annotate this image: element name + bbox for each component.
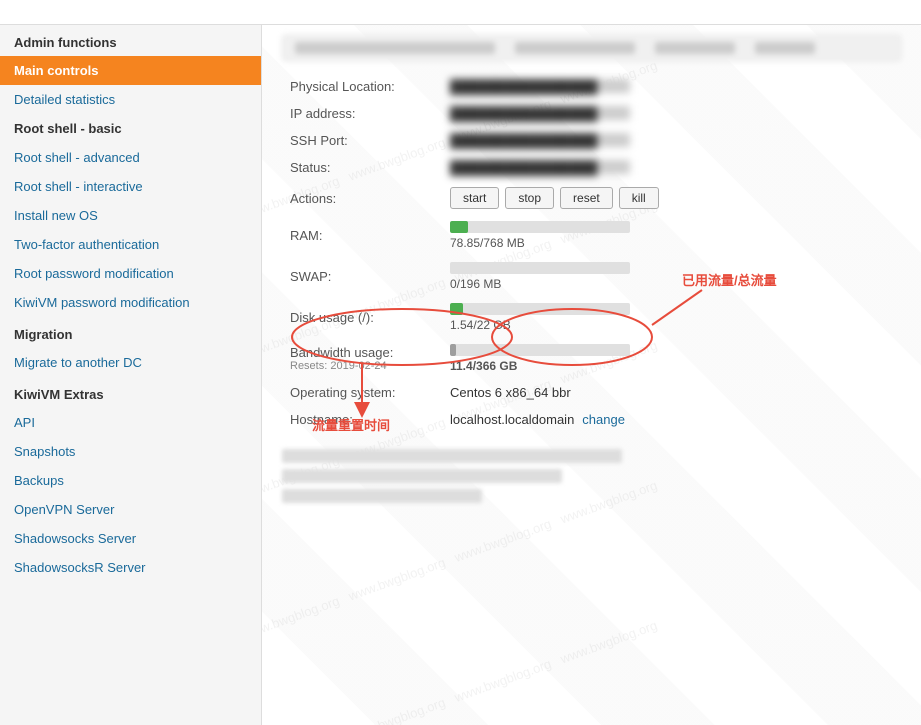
field-label-9: Operating system: — [282, 379, 442, 406]
blurred-info-3 — [655, 42, 735, 54]
field-value-10: localhost.localdomain change — [442, 406, 901, 433]
info-row-7: Disk usage (/): 1.54/22 GB — [282, 297, 901, 338]
field-value-8: 11.4/366 GB — [442, 338, 901, 379]
field-label-1: IP address: — [282, 100, 442, 127]
stop-button[interactable]: stop — [505, 187, 554, 209]
info-row-3: Status: ████████████████ — [282, 154, 901, 181]
field-label-5: RAM: — [282, 215, 442, 256]
blurred-info-4 — [755, 42, 815, 54]
progress-bg-7 — [450, 303, 630, 315]
sidebar: Admin functionsMain controlsDetailed sta… — [0, 25, 262, 725]
layout: Admin functionsMain controlsDetailed sta… — [0, 25, 921, 725]
info-row-0: Physical Location: ████████████████ — [282, 73, 901, 100]
hostname-value: localhost.localdomain — [450, 412, 574, 427]
progress-bg-5 — [450, 221, 630, 233]
sidebar-item-main-controls[interactable]: Main controls — [0, 56, 261, 85]
start-button[interactable]: start — [450, 187, 499, 209]
progress-label-5: 78.85/768 MB — [450, 236, 893, 250]
sidebar-item-install-new-os[interactable]: Install new OS — [0, 201, 261, 230]
main-content: www.bwgblog.org www.bwgblog.org www.bwgb… — [262, 25, 921, 725]
blurred-value-2: ████████████████ — [450, 133, 630, 147]
info-row-9: Operating system:Centos 6 x86_64 bbr — [282, 379, 901, 406]
sidebar-item-kiwivm-password-modification[interactable]: KiwiVM password modification — [0, 288, 261, 317]
field-label-6: SWAP: — [282, 256, 442, 297]
progress-container-7: 1.54/22 GB — [450, 303, 893, 332]
kill-button[interactable]: kill — [619, 187, 659, 209]
progress-container-8: 11.4/366 GB — [450, 344, 893, 373]
top-info-bar — [282, 35, 901, 61]
field-value-0: ████████████████ — [442, 73, 901, 100]
sidebar-item-detailed-statistics[interactable]: Detailed statistics — [0, 85, 261, 114]
progress-fill-7 — [450, 303, 463, 315]
info-row-10: Hostname: localhost.localdomain change — [282, 406, 901, 433]
action-buttons-container: start stop reset kill — [450, 187, 893, 209]
blurred-info-2 — [515, 42, 635, 54]
content-area: Physical Location:████████████████IP add… — [282, 35, 901, 503]
field-value-1: ████████████████ — [442, 100, 901, 127]
field-label-8: Bandwidth usage:Resets: 2019-02-24 — [282, 338, 442, 379]
progress-label-7: 1.54/22 GB — [450, 318, 893, 332]
progress-container-5: 78.85/768 MB — [450, 221, 893, 250]
info-row-4: Actions: start stop reset kill — [282, 181, 901, 215]
sidebar-item-backups[interactable]: Backups — [0, 466, 261, 495]
info-row-1: IP address: ████████████████ — [282, 100, 901, 127]
field-value-3: ████████████████ — [442, 154, 901, 181]
blurred-row-2 — [282, 469, 562, 483]
blurred-value-3: ████████████████ — [450, 160, 630, 174]
sidebar-item-root-shell---interactive[interactable]: Root shell - interactive — [0, 172, 261, 201]
blurred-row-3 — [282, 489, 482, 503]
sidebar-section-title-1: Migration — [0, 317, 261, 348]
blurred-row-1 — [282, 449, 622, 463]
blurred-info-1 — [295, 42, 495, 54]
info-table: Physical Location:████████████████IP add… — [282, 73, 901, 433]
field-value-5: 78.85/768 MB — [442, 215, 901, 256]
progress-label-8: 11.4/366 GB — [450, 359, 893, 373]
field-value-7: 1.54/22 GB — [442, 297, 901, 338]
field-label-4: Actions: — [282, 181, 442, 215]
sidebar-item-api[interactable]: API — [0, 408, 261, 437]
progress-bg-8 — [450, 344, 630, 356]
field-label-0: Physical Location: — [282, 73, 442, 100]
sidebar-section-title-0: Admin functions — [0, 25, 261, 56]
field-value-4: start stop reset kill — [442, 181, 901, 215]
reset-button[interactable]: reset — [560, 187, 613, 209]
sidebar-item-root-password-modification[interactable]: Root password modification — [0, 259, 261, 288]
sidebar-item-migrate-to-another-dc[interactable]: Migrate to another DC — [0, 348, 261, 377]
bandwidth-row: Bandwidth usage:Resets: 2019-02-24 11.4/3… — [282, 338, 901, 379]
bottom-section — [282, 449, 901, 503]
sidebar-item-two-factor-authentication[interactable]: Two-factor authentication — [0, 230, 261, 259]
field-label-10: Hostname: — [282, 406, 442, 433]
sidebar-item-root-shell---basic[interactable]: Root shell - basic — [0, 114, 261, 143]
info-row-2: SSH Port: ████████████████ — [282, 127, 901, 154]
progress-bg-6 — [450, 262, 630, 274]
info-row-6: SWAP: 0/196 MB — [282, 256, 901, 297]
header — [0, 0, 921, 25]
sidebar-item-openvpn-server[interactable]: OpenVPN Server — [0, 495, 261, 524]
field-value-9: Centos 6 x86_64 bbr — [442, 379, 901, 406]
field-label-3: Status: — [282, 154, 442, 181]
field-label-7: Disk usage (/): — [282, 297, 442, 338]
sidebar-item-snapshots[interactable]: Snapshots — [0, 437, 261, 466]
sidebar-item-shadowsocks-server[interactable]: Shadowsocks Server — [0, 524, 261, 553]
progress-fill-5 — [450, 221, 468, 233]
blurred-value-1: ████████████████ — [450, 106, 630, 120]
progress-container-6: 0/196 MB — [450, 262, 893, 291]
field-label-2: SSH Port: — [282, 127, 442, 154]
progress-label-6: 0/196 MB — [450, 277, 893, 291]
field-value-2: ████████████████ — [442, 127, 901, 154]
sidebar-item-root-shell---advanced[interactable]: Root shell - advanced — [0, 143, 261, 172]
sidebar-section-title-2: KiwiVM Extras — [0, 377, 261, 408]
info-row-5: RAM: 78.85/768 MB — [282, 215, 901, 256]
hostname-change-link[interactable]: change — [582, 412, 625, 427]
progress-fill-8 — [450, 344, 456, 356]
field-value-6: 0/196 MB — [442, 256, 901, 297]
blurred-value-0: ████████████████ — [450, 79, 630, 93]
sidebar-item-shadowsocksr-server[interactable]: ShadowsocksR Server — [0, 553, 261, 582]
